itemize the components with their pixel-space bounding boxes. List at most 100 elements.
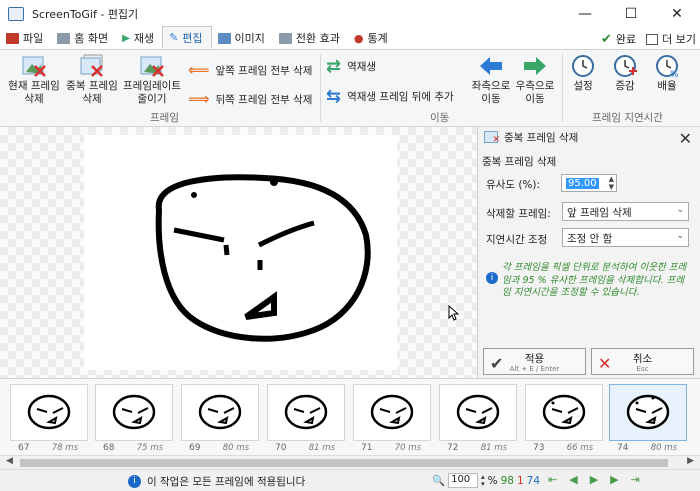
- frame-number: 73: [533, 443, 545, 453]
- zoom-input[interactable]: 100: [448, 473, 479, 488]
- scroll-right-icon[interactable]: ▶: [687, 456, 694, 466]
- frame-list[interactable]: 67 78 ms 68 75 ms 69 80 ms 70 81 ms 71 7…: [0, 378, 700, 455]
- frame-list-scrollbar[interactable]: ◀ ▶: [0, 455, 700, 469]
- frame-thumbnail-selected[interactable]: 74 80 ms: [609, 384, 687, 453]
- thumbnail-image: [353, 384, 431, 441]
- delay-scale-button[interactable]: % 배율: [650, 54, 684, 93]
- play-icon: ▶: [122, 32, 130, 44]
- delay-increase-button[interactable]: 증감: [608, 54, 642, 93]
- stepper-arrows-icon[interactable]: ▲ ▼: [609, 175, 614, 191]
- title-bar: ScreenToGif - 편집기 — ☐ ✕: [0, 0, 700, 28]
- similarity-stepper[interactable]: 95.00 ▲ ▼: [561, 174, 617, 192]
- next-frame-icon[interactable]: ▶: [610, 473, 618, 486]
- delete-frame-label: 삭제할 프레임:: [486, 208, 551, 220]
- chevron-down-icon: ⌄: [676, 205, 684, 215]
- frame-canvas[interactable]: [0, 127, 477, 378]
- move-left-button[interactable]: 좌측으로 이동: [468, 54, 514, 106]
- delay-adjust-label: 지연시간 조정: [486, 234, 548, 246]
- current-frame: 74: [526, 474, 541, 487]
- zoom-stepper-icon[interactable]: ▴ ▾: [481, 473, 485, 488]
- zoom-icon: 🔍: [432, 475, 446, 487]
- thumbnail-image: [525, 384, 603, 441]
- frame-thumbnail[interactable]: 70 81 ms: [267, 384, 345, 453]
- reduce-framerate-button[interactable]: 프레임레이트 줄이기: [120, 54, 184, 106]
- panel-close-button[interactable]: ✕: [679, 129, 692, 148]
- info-message: i 각 프레임을 픽셀 단위로 분석하여 이웃한 프레임과 95 % 유사한 프…: [486, 262, 692, 300]
- move-right-button[interactable]: 우측으로 이동: [512, 54, 558, 106]
- tab-edit[interactable]: ✎ 편집: [162, 26, 212, 49]
- cancel-label: 취소: [632, 353, 653, 365]
- frame-delay: 70 ms: [394, 443, 421, 453]
- tab-transitions[interactable]: 전환 효과: [273, 27, 348, 49]
- thumbnail-image: [439, 384, 517, 441]
- delay-adjust-select[interactable]: 조정 안 함 ⌄: [562, 228, 689, 247]
- move-left-icon: [478, 54, 504, 78]
- clock-icon: [570, 54, 596, 78]
- arrow-left-icon: ⟸: [188, 61, 210, 79]
- frame-thumbnail[interactable]: 67 78 ms: [10, 384, 88, 453]
- cancel-shortcut: Esc: [636, 365, 649, 373]
- info-icon: i: [486, 272, 498, 284]
- arrow-right-icon: ⟹: [188, 90, 210, 108]
- delay-adjust-value: 조정 안 함: [567, 233, 613, 245]
- last-frame-icon[interactable]: ⇥: [631, 473, 640, 486]
- scrollbar-thumb[interactable]: [20, 459, 668, 467]
- frame-thumbnail[interactable]: 72 81 ms: [439, 384, 517, 453]
- tab-statistics[interactable]: ● 통계: [348, 27, 396, 49]
- tab-home[interactable]: 홈 화면: [51, 27, 116, 49]
- svg-text:%: %: [670, 70, 679, 78]
- delete-frame-select[interactable]: 앞 프레임 삭제 ⌄: [562, 202, 689, 221]
- done-label: 완료: [615, 33, 637, 46]
- image-icon: [217, 32, 231, 44]
- delay-set-button[interactable]: 설정: [566, 54, 600, 93]
- maximize-button[interactable]: ☐: [608, 0, 654, 28]
- delete-duplicates-button[interactable]: 중복 프레임 삭제: [64, 54, 120, 106]
- frame-thumbnail[interactable]: 69 80 ms: [181, 384, 259, 453]
- stats-icon: ●: [353, 31, 364, 45]
- ribbon-label: 뒤쪽 프레임 전부 삭제: [215, 93, 313, 106]
- done-button[interactable]: ✔ 완료: [601, 31, 636, 47]
- frame-delay: 80 ms: [650, 443, 677, 453]
- apply-button[interactable]: ✔ 적용 Alt + E / Enter: [483, 348, 586, 375]
- delete-next-frames-button[interactable]: ⟹ 뒤쪽 프레임 전부 삭제: [188, 90, 312, 108]
- delete-previous-frames-button[interactable]: ⟸ 앞쪽 프레임 전부 삭제: [188, 61, 312, 79]
- ribbon-label: 앞쪽 프레임 전부 삭제: [215, 64, 313, 77]
- frame-delay: 66 ms: [566, 443, 593, 453]
- tab-file[interactable]: 파일: [0, 27, 51, 49]
- ribbon-label: 역재생 프레임 뒤에 추가: [347, 91, 454, 103]
- ribbon-label: 중복 프레임 삭제: [66, 80, 118, 105]
- frame-delay: 75 ms: [136, 443, 163, 453]
- transition-icon: [278, 32, 292, 44]
- frame-thumbnail[interactable]: 71 70 ms: [353, 384, 431, 453]
- ribbon-separator: [562, 54, 563, 122]
- yoyo-button[interactable]: ⇆ 역재생 프레임 뒤에 추가: [326, 86, 454, 107]
- group-label-delay: 프레임 지연시간: [592, 112, 663, 124]
- move-right-icon: [522, 54, 548, 78]
- tab-image[interactable]: 이미지: [212, 27, 273, 49]
- tab-label: 이미지: [234, 32, 265, 45]
- frame-navigation: ⇤ ◀ ▶ ▶ ⇥: [548, 473, 640, 486]
- selected-frames: 1: [516, 474, 524, 487]
- frame-thumbnail[interactable]: 68 75 ms: [95, 384, 173, 453]
- ribbon-label: 우측으로 이동: [515, 80, 555, 105]
- zoom-control: 🔍 100 ▴ ▾ % 98 1 74: [432, 473, 540, 488]
- reverse-button[interactable]: ⇄ 역재생: [326, 56, 376, 77]
- previous-frame-icon[interactable]: ◀: [569, 473, 577, 486]
- more-button[interactable]: 더 보기: [646, 31, 696, 47]
- reverse-icon: ⇄: [326, 56, 342, 77]
- first-frame-icon[interactable]: ⇤: [548, 473, 557, 486]
- frame-number: 70: [275, 443, 287, 453]
- thumbnail-image: [609, 384, 687, 441]
- tab-label: 홈 화면: [74, 32, 109, 45]
- duplicate-frame-icon: [79, 54, 105, 78]
- close-button[interactable]: ✕: [654, 0, 700, 28]
- minimize-button[interactable]: —: [562, 0, 608, 28]
- scroll-left-icon[interactable]: ◀: [6, 456, 13, 466]
- group-label-frame: 프레임: [150, 112, 179, 124]
- tab-playback[interactable]: ▶ 재생: [116, 27, 162, 49]
- ribbon-label: 증감: [615, 80, 635, 92]
- cancel-button[interactable]: ✕ 취소 Esc: [591, 348, 694, 375]
- delete-current-frame-button[interactable]: 현재 프레임 삭제: [4, 54, 64, 106]
- play-icon[interactable]: ▶: [590, 473, 598, 486]
- frame-thumbnail[interactable]: 73 66 ms: [525, 384, 603, 453]
